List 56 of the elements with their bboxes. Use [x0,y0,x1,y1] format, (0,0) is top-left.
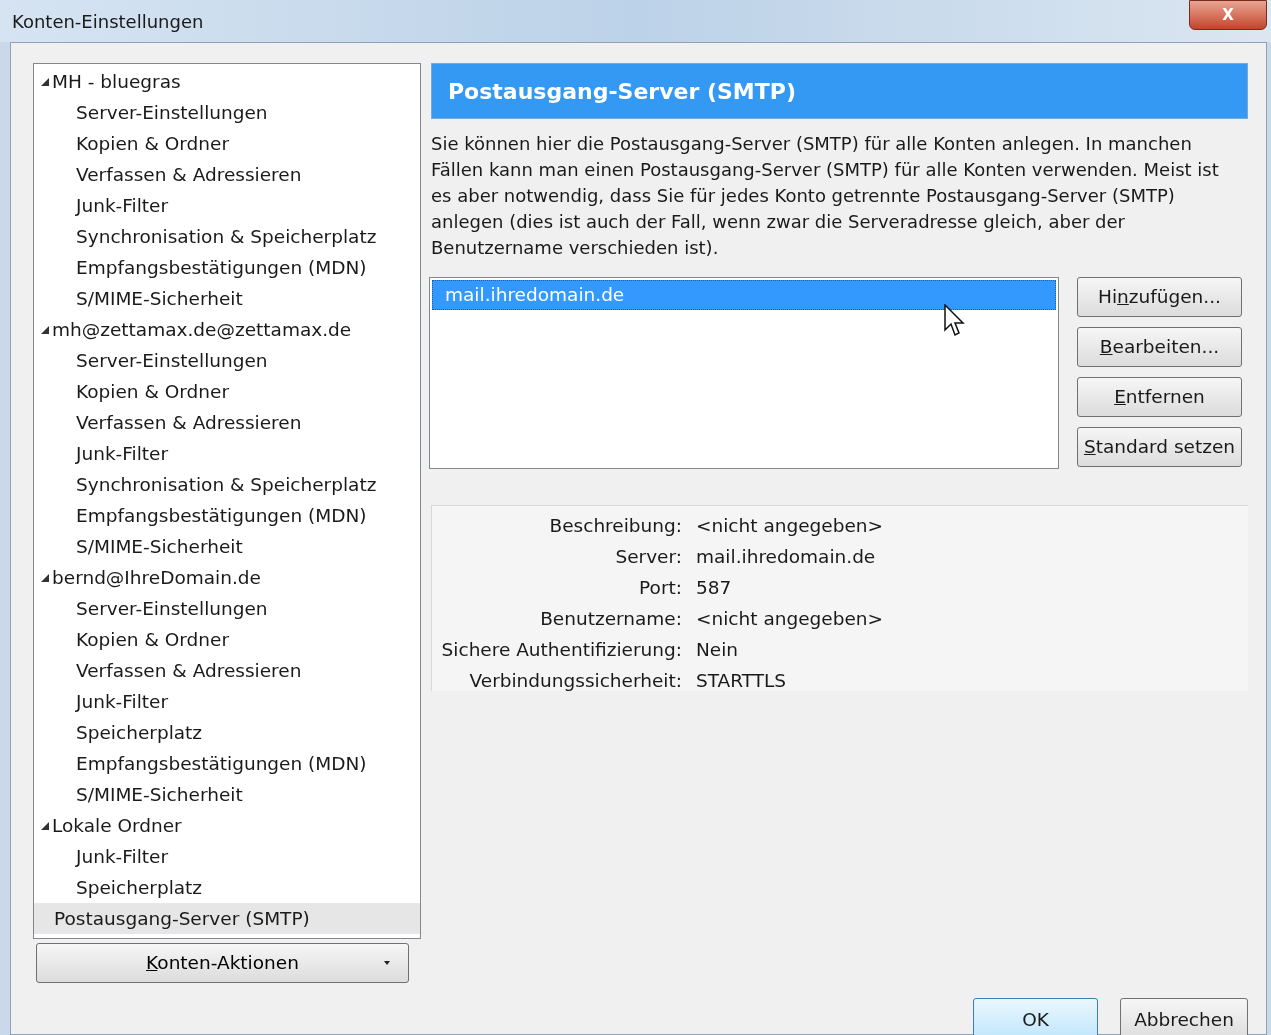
tree-item[interactable]: Empfangsbestätigungen (MDN) [34,252,420,283]
window-title: Konten-Einstellungen [12,9,204,34]
tree-item[interactable]: Empfangsbestätigungen (MDN) [34,748,420,779]
expanded-triangle-icon[interactable] [40,324,50,335]
tree-item[interactable]: Junk-Filter [34,686,420,717]
tree-item[interactable]: Postausgang-Server (SMTP) [34,903,420,934]
tree-item[interactable]: Server-Einstellungen [34,97,420,128]
tree-item[interactable]: Speicherplatz [34,717,420,748]
field-value: <nicht angegeben> [696,607,885,631]
tree-item[interactable]: Empfangsbestätigungen (MDN) [34,500,420,531]
field-value: STARTTLS [696,669,788,693]
field-value: 587 [696,576,733,600]
action-button[interactable]: Hinzufügen... [1077,277,1242,317]
tree-item[interactable]: Junk-Filter [34,190,420,221]
tree-item[interactable]: Verfassen & Adressieren [34,655,420,686]
expanded-triangle-icon[interactable] [40,572,50,583]
field-label: Benutzername: [539,607,682,631]
tree-item[interactable]: Server-Einstellungen [34,345,420,376]
caret-icon [384,961,390,965]
tree-item[interactable]: MH - bluegras [52,67,181,96]
tree-item[interactable]: Synchronisation & Speicherplatz [34,221,420,252]
tree-item[interactable]: S/MIME-Sicherheit [34,283,420,314]
description-text: Sie können hier die Postausgang-Server (SMTP) für alle Konten anlegen. In manchen Fällen kann man einen Postausgang-Server (SMTP) für alle Konten verwenden. Meist ist es aber notwendig, dass Sie für jedes Konto getrennte Postausgang-Server (SMTP) anlegen (dies ist auch der Fall, wenn zwar die Serveradresse gleich, aber der Benutzername verschieden ist). [431,132,1220,260]
tree-item[interactable]: Server-Einstellungen [34,593,420,624]
field-label: Sichere Authentifizierung: [440,638,682,662]
tree-item[interactable]: Synchronisation & Speicherplatz [34,469,420,500]
tree-item[interactable]: Kopien & Ordner [34,376,420,407]
action-button[interactable]: Bearbeiten... [1077,327,1242,367]
field-label: Beschreibung: [548,514,682,538]
panel-header: Postausgang-Server (SMTP) [431,63,1248,119]
tree-item[interactable]: Verfassen & Adressieren [34,159,420,190]
field-label: Port: [638,576,682,600]
expanded-triangle-icon[interactable] [40,820,50,831]
field-label: Verbindungssicherheit: [468,669,682,693]
tree-item[interactable]: Junk-Filter [34,841,420,872]
action-button[interactable]: Entfernen [1077,377,1242,417]
account-actions-dropdown[interactable]: Konten-Aktionen [36,943,409,983]
field-value: <nicht angegeben> [696,514,885,538]
tree-item[interactable]: Verfassen & Adressieren [34,407,420,438]
tree-item[interactable]: Kopien & Ordner [34,128,420,159]
tree-item[interactable]: Lokale Ordner [52,811,182,840]
field-value: mail.ihredomain.de [696,545,877,569]
tree-item[interactable]: Junk-Filter [34,438,420,469]
tree-item[interactable]: S/MIME-Sicherheit [34,779,420,810]
tree-item[interactable]: Kopien & Ordner [34,624,420,655]
cancel-button[interactable]: Abbrechen [1120,998,1248,1035]
action-button[interactable]: Standard setzen [1077,427,1242,467]
field-value: Nein [696,638,740,662]
tree-item[interactable]: mh@zettamax.de@zettamax.de [52,315,352,344]
mouse-cursor-icon [944,304,966,338]
ok-button[interactable]: OK [973,998,1098,1035]
expanded-triangle-icon[interactable] [40,76,50,87]
tree-item[interactable]: S/MIME-Sicherheit [34,531,420,562]
field-label: Server: [614,545,682,569]
tree-item[interactable]: Speicherplatz [34,872,420,903]
tree-item[interactable]: bernd@IhreDomain.de [52,563,261,592]
